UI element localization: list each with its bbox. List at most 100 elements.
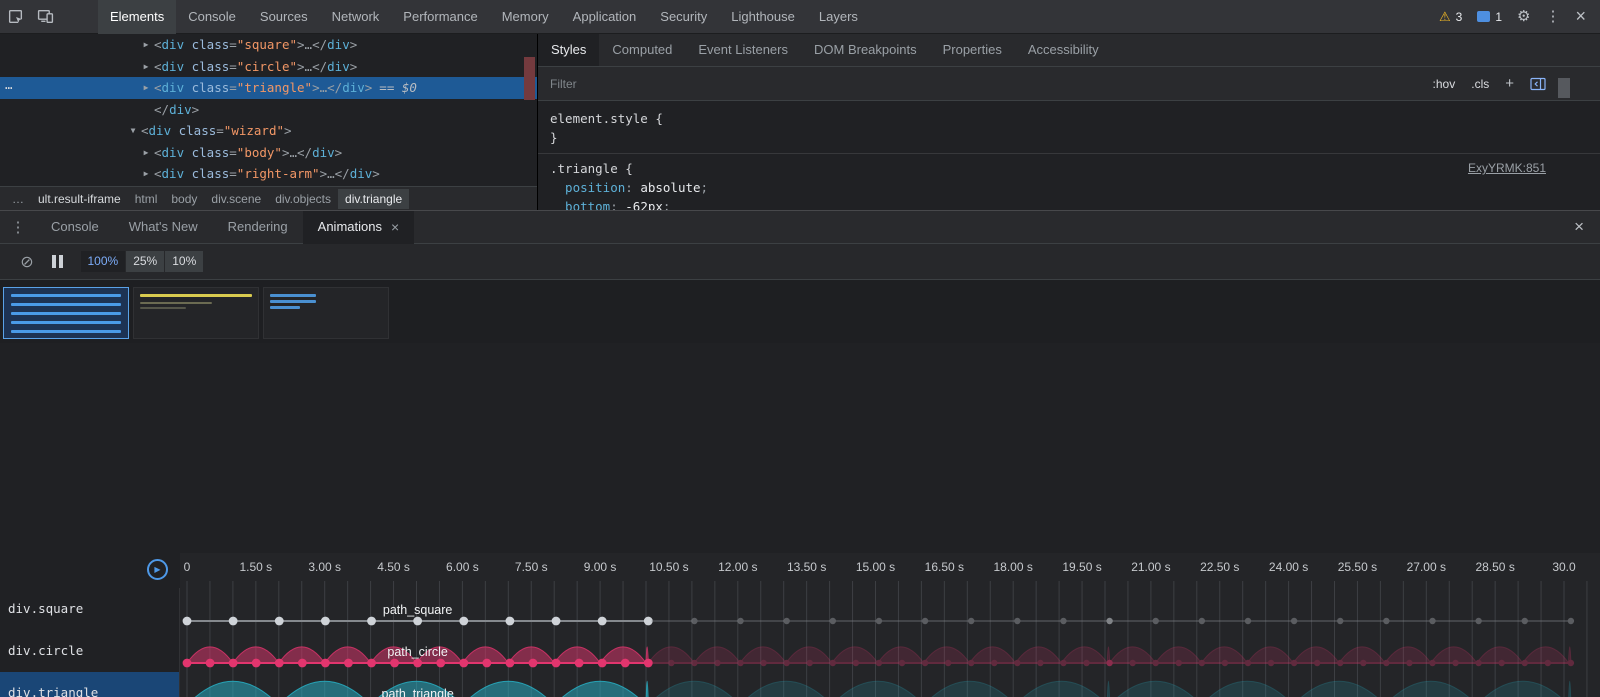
tab-layers[interactable]: Layers	[807, 0, 870, 34]
rule-selector-line[interactable]: element.style {	[538, 109, 1600, 128]
svg-text:18.00 s: 18.00 s	[994, 560, 1033, 574]
replay-button[interactable]: ▶	[147, 559, 168, 580]
breadcrumb-item[interactable]: ult.result-iframe	[31, 189, 128, 209]
inspect-icon[interactable]	[0, 0, 30, 34]
css-property[interactable]: bottom: -62px;	[538, 197, 1600, 210]
svg-text:13.50 s: 13.50 s	[787, 560, 826, 574]
tab-sources[interactable]: Sources	[248, 0, 320, 34]
sidebar-toggle-icon[interactable]	[1530, 77, 1546, 91]
more-options-icon[interactable]: ⋮	[1545, 9, 1560, 24]
elements-panel: ▶<div class="square">…</div>▶<div class=…	[0, 34, 537, 210]
svg-text:path_triangle: path_triangle	[382, 687, 454, 697]
timeline-row-div-circle[interactable]: div.circle	[0, 630, 179, 672]
style-rule: .triangle {ExyYRMK:851 position: absolut…	[538, 159, 1600, 210]
dom-row[interactable]: ▶<div class="square">…</div>	[0, 34, 537, 56]
dom-row[interactable]: </div>	[0, 99, 537, 121]
breadcrumb-item[interactable]: html	[128, 189, 165, 209]
breadcrumb-item[interactable]: body	[164, 189, 204, 209]
svg-text:25.50 s: 25.50 s	[1338, 560, 1377, 574]
expand-arrow-icon[interactable]: ▶	[140, 34, 152, 56]
expand-arrow-icon[interactable]: ▶	[140, 142, 152, 164]
new-style-rule-icon[interactable]: +	[1505, 75, 1514, 92]
warning-icon: ⚠	[1439, 9, 1451, 25]
timeline-row-div-triangle[interactable]: div.triangle	[0, 672, 179, 697]
drawer-tab-what-s-new[interactable]: What's New	[114, 211, 213, 244]
filter-input[interactable]: Filter	[550, 77, 577, 91]
svg-text:3.00 s: 3.00 s	[308, 560, 341, 574]
playback-rate-buttons: 100%25%10%	[81, 251, 204, 272]
dom-row[interactable]: ▶<div class="body">…</div>	[0, 142, 537, 164]
dom-row[interactable]: ⋯▶<div class="triangle">…</div>== $0	[0, 77, 537, 99]
panel-tabs: ElementsConsoleSourcesNetworkPerformance…	[98, 0, 870, 34]
breadcrumb-item[interactable]: div.objects	[268, 189, 338, 209]
devtools-window: ElementsConsoleSourcesNetworkPerformance…	[0, 0, 1600, 697]
devtools-toolbar: ElementsConsoleSourcesNetworkPerformance…	[0, 0, 1600, 34]
breadcrumb-item[interactable]: …	[5, 189, 31, 209]
clear-animations-icon[interactable]: ⊘	[10, 252, 44, 272]
overflow-icon[interactable]: ⋯	[5, 77, 14, 99]
pause-icon[interactable]	[52, 255, 63, 268]
timeline-row-div-square[interactable]: div.square	[0, 588, 179, 630]
breadcrumb: …ult.result-iframehtmlbodydiv.scenediv.o…	[0, 186, 537, 210]
styles-scrollbar-thumb[interactable]	[1558, 78, 1570, 98]
toolbar-right: ⚠ 3 1 ⚙ ⋮ ×	[1439, 6, 1600, 27]
dom-scrollbar-thumb[interactable]	[524, 57, 535, 100]
tab-elements[interactable]: Elements	[98, 0, 176, 34]
animations-controls: ⊘ 100%25%10%	[0, 244, 1600, 280]
svg-text:30.0: 30.0	[1552, 560, 1576, 574]
svg-text:15.00 s: 15.00 s	[856, 560, 895, 574]
drawer-tab-rendering[interactable]: Rendering	[213, 211, 303, 244]
messages-badge[interactable]: 1	[1477, 10, 1502, 24]
animation-preview-3[interactable]	[263, 287, 389, 339]
expand-arrow-icon[interactable]: ▶	[140, 77, 152, 99]
class-toggle[interactable]: .cls	[1471, 77, 1489, 91]
warnings-badge[interactable]: ⚠ 3	[1439, 9, 1462, 25]
dom-tree: ▶<div class="square">…</div>▶<div class=…	[0, 34, 537, 186]
drawer-menu-icon[interactable]: ⋮	[0, 218, 36, 236]
dom-row[interactable]: ▶<div class="circle">…</div>	[0, 56, 537, 78]
styles-tab-styles[interactable]: Styles	[538, 34, 599, 66]
message-icon	[1477, 11, 1490, 22]
animations-canvas[interactable]: 01.50 s3.00 s4.50 s6.00 s7.50 s9.00 s10.…	[180, 553, 1600, 697]
tab-application[interactable]: Application	[561, 0, 649, 34]
tab-security[interactable]: Security	[648, 0, 719, 34]
drawer-tab-animations[interactable]: Animations×	[303, 211, 415, 244]
expand-arrow-icon[interactable]: ▶	[140, 163, 152, 185]
styles-tabs: StylesComputedEvent ListenersDOM Breakpo…	[538, 34, 1600, 67]
breadcrumb-item[interactable]: div.triangle	[338, 189, 409, 209]
device-toolbar-icon[interactable]	[30, 0, 60, 34]
tab-performance[interactable]: Performance	[391, 0, 489, 34]
styles-tab-accessibility[interactable]: Accessibility	[1015, 34, 1112, 66]
speed-100-[interactable]: 100%	[81, 251, 126, 272]
styles-tab-event-listeners[interactable]: Event Listeners	[685, 34, 801, 66]
styles-tab-computed[interactable]: Computed	[599, 34, 685, 66]
rule-selector-line[interactable]: .triangle {ExyYRMK:851	[538, 159, 1600, 178]
animation-preview-1[interactable]	[3, 287, 129, 339]
styles-tab-properties[interactable]: Properties	[930, 34, 1015, 66]
dom-row[interactable]: ▶<div class="right-arm">…</div>	[0, 163, 537, 185]
dom-row[interactable]: ▼<div class="wizard">	[0, 120, 537, 142]
close-devtools-icon[interactable]: ×	[1575, 6, 1586, 27]
collapse-arrow-icon[interactable]: ▼	[127, 120, 139, 142]
close-drawer-icon[interactable]: ×	[1574, 217, 1584, 237]
breadcrumb-item[interactable]: div.scene	[204, 189, 268, 209]
svg-text:22.50 s: 22.50 s	[1200, 560, 1239, 574]
tab-lighthouse[interactable]: Lighthouse	[719, 0, 807, 34]
styles-tab-dom-breakpoints[interactable]: DOM Breakpoints	[801, 34, 930, 66]
stylesheet-link[interactable]: ExyYRMK:851	[1468, 159, 1546, 178]
css-property[interactable]: position: absolute;	[538, 178, 1600, 197]
speed-10-[interactable]: 10%	[165, 251, 203, 272]
speed-25-[interactable]: 25%	[126, 251, 164, 272]
tab-memory[interactable]: Memory	[490, 0, 561, 34]
hover-state-toggle[interactable]: :hov	[1433, 77, 1456, 91]
settings-gear-icon[interactable]: ⚙	[1517, 9, 1530, 24]
animation-preview-2[interactable]	[133, 287, 259, 339]
drawer-tab-console[interactable]: Console	[36, 211, 114, 244]
drawer-tabbar: ⋮ ConsoleWhat's NewRenderingAnimations× …	[0, 211, 1600, 244]
tab-network[interactable]: Network	[320, 0, 392, 34]
close-tab-icon[interactable]: ×	[391, 211, 399, 243]
warning-count: 3	[1456, 10, 1463, 24]
drawer: ⋮ ConsoleWhat's NewRenderingAnimations× …	[0, 210, 1600, 697]
expand-arrow-icon[interactable]: ▶	[140, 56, 152, 78]
tab-console[interactable]: Console	[176, 0, 248, 34]
